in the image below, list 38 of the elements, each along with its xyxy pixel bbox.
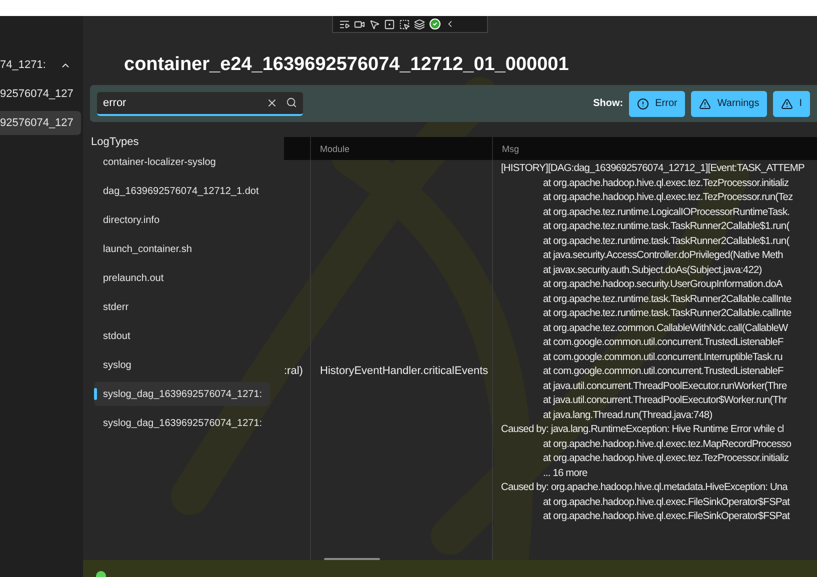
- page-title: container_e24_1639692576074_12712_01_000001: [124, 53, 570, 77]
- log-type-item[interactable]: syslog_dag_1639692576074_1271:: [94, 382, 270, 406]
- log-type-item[interactable]: launch_container.sh: [94, 237, 270, 261]
- sidebar-item[interactable]: 74_1271:: [0, 53, 81, 77]
- log-type-item[interactable]: stderr: [94, 295, 270, 319]
- scrollbar-thumb[interactable]: [324, 558, 380, 560]
- clear-icon[interactable]: [266, 96, 278, 108]
- column-header: Msg: [492, 137, 817, 160]
- log-type-item[interactable]: directory.info: [94, 208, 270, 232]
- show-label: Show:: [593, 98, 624, 109]
- log-type-item[interactable]: dag_1639692576074_12712_1.dot: [94, 179, 270, 203]
- warning-icon: [781, 98, 794, 110]
- filter-button[interactable]: Error: [629, 90, 686, 116]
- search-field[interactable]: error: [97, 92, 303, 116]
- square-icon[interactable]: [384, 18, 395, 30]
- log-type-item[interactable]: syslog: [94, 353, 270, 377]
- search-icon[interactable]: [286, 97, 297, 108]
- section-heading: LogTypes: [91, 136, 140, 148]
- alert-circle-icon: [637, 98, 650, 110]
- log-type-item[interactable]: stdout: [94, 324, 270, 348]
- filter-button[interactable]: I: [773, 90, 810, 116]
- log-type-item[interactable]: container-localizer-syslog: [94, 150, 270, 174]
- table-cell: :ral): [284, 365, 303, 377]
- video-camera-icon[interactable]: [354, 18, 365, 30]
- pointer-icon[interactable]: [369, 18, 380, 30]
- layers-icon[interactable]: [414, 18, 425, 30]
- log-type-item[interactable]: prelaunch.out: [94, 266, 270, 290]
- filter-button[interactable]: Warnings: [691, 90, 768, 116]
- sidebar-item[interactable]: 92576074_127: [0, 82, 81, 106]
- sidebar-item[interactable]: 92576074_127: [0, 111, 81, 135]
- column-header: Module: [310, 137, 492, 160]
- list-icon[interactable]: [339, 18, 350, 30]
- selection-icon[interactable]: [399, 18, 410, 30]
- warning-icon: [699, 98, 712, 110]
- log-type-item[interactable]: syslog_dag_1639692576074_1271:: [94, 411, 270, 435]
- check-circle-icon[interactable]: [429, 18, 441, 30]
- table-cell: HistoryEventHandler.criticalEvents: [320, 365, 488, 377]
- selection-indicator: [94, 388, 97, 400]
